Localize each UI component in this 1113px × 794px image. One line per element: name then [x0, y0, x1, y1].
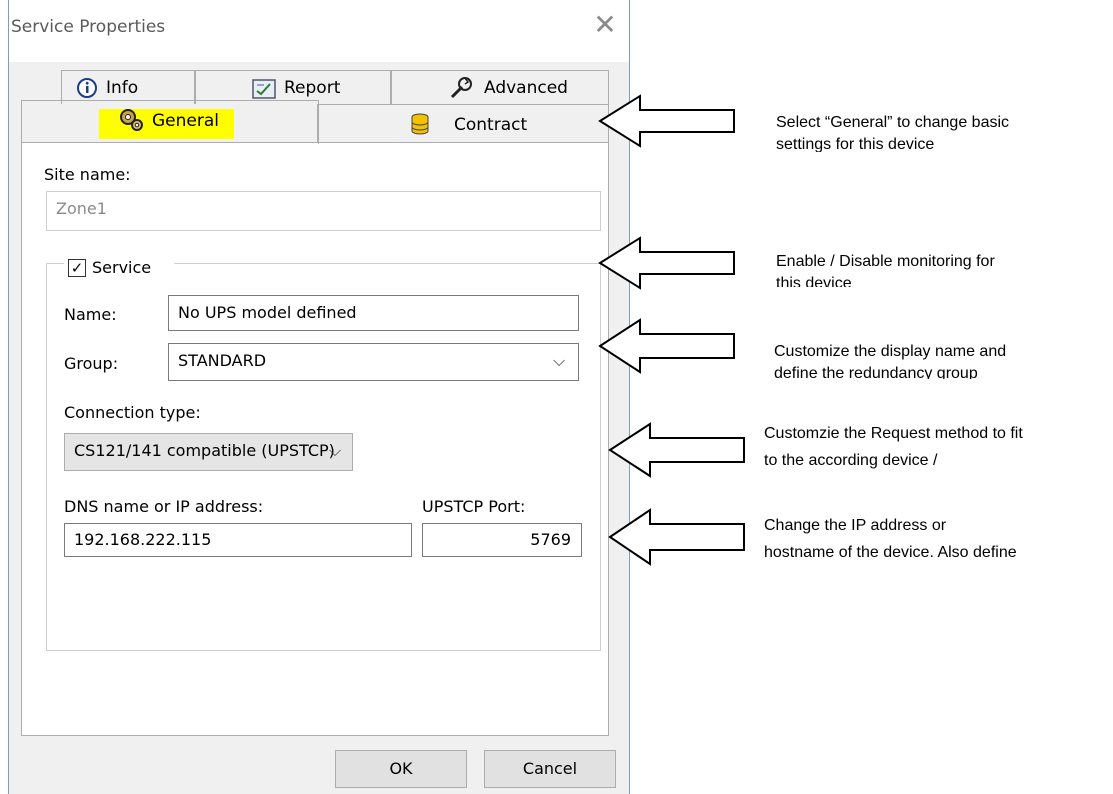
annotation-line: Enable / Disable monitoring for — [776, 253, 995, 270]
annotation-line: hostname of the device. Also define — [764, 544, 1017, 561]
tab-info-label: Info — [106, 78, 139, 98]
tab-report[interactable]: Report — [195, 70, 391, 104]
close-icon[interactable]: ✕ — [592, 11, 618, 39]
annotation-connection: Customzie the Request method to fit to t… — [764, 420, 1112, 474]
service-checkbox-label: Service — [92, 258, 152, 277]
dns-value: 192.168.222.115 — [74, 530, 212, 549]
port-value: 5769 — [530, 530, 571, 549]
ok-button[interactable]: OK — [335, 750, 467, 788]
annotation-line: Customzie the Request method to fit — [764, 425, 1023, 442]
tab-advanced[interactable]: Advanced — [391, 70, 609, 104]
tab-general[interactable]: General — [21, 100, 319, 144]
arrow-left-icon — [598, 236, 735, 290]
chevron-down-icon: ⌵ — [329, 441, 342, 460]
info-icon — [77, 78, 97, 98]
chevron-down-icon: ⌵ — [553, 351, 566, 370]
arrow-left-icon — [598, 318, 735, 374]
annotation-line: this device — [776, 275, 852, 287]
annotation-line: settings for this device — [776, 136, 935, 152]
connection-type-label: Connection type: — [64, 403, 201, 422]
annotation-service: Enable / Disable monitoring for this dev… — [776, 251, 1106, 287]
group-value: STANDARD — [178, 351, 267, 370]
annotation-line: Change the IP address or — [764, 517, 947, 534]
window-title: Service Properties — [11, 17, 166, 37]
annotation-general: Select “General” to change basic setting… — [776, 112, 1106, 152]
site-name-value: Zone1 — [56, 199, 107, 218]
annotation-line: Select “General” to change basic — [776, 114, 1010, 131]
site-name-input[interactable]: Zone1 — [46, 191, 601, 231]
connection-type-dropdown[interactable]: CS121/141 compatible (UPSTCP) ⌵ — [64, 433, 353, 471]
annotation-line: to the according device / — [764, 452, 938, 469]
arrow-left-icon — [608, 422, 745, 478]
group-dropdown[interactable]: STANDARD ⌵ — [168, 343, 579, 381]
tab-general-label: General — [152, 111, 219, 131]
service-properties-dialog: Service Properties ✕ Info Report Advance… — [8, 0, 630, 794]
service-checkbox[interactable]: ✓ — [68, 259, 86, 277]
name-label: Name: — [64, 305, 117, 324]
connection-type-value: CS121/141 compatible (UPSTCP) — [74, 441, 335, 460]
arrow-left-icon — [598, 94, 735, 148]
name-input[interactable]: No UPS model defined — [168, 295, 579, 331]
annotation-dns: Change the IP address or hostname of the… — [764, 512, 1112, 568]
title-bar: Service Properties ✕ — [9, 0, 629, 62]
annotation-name-group: Customize the display name and define th… — [774, 341, 1104, 379]
port-input[interactable]: 5769 — [422, 523, 582, 557]
annotation-line: Customize the display name and — [774, 343, 1007, 360]
report-icon — [252, 79, 276, 99]
tab-info[interactable]: Info — [61, 70, 195, 104]
port-label: UPSTCP Port: — [422, 497, 526, 516]
dns-input[interactable]: 192.168.222.115 — [64, 523, 412, 557]
site-name-label: Site name: — [44, 165, 131, 184]
group-label: Group: — [64, 354, 119, 373]
tab-contract[interactable]: Contract — [317, 104, 609, 142]
name-value: No UPS model defined — [178, 303, 357, 322]
tab-advanced-label: Advanced — [484, 78, 568, 98]
arrow-left-icon — [608, 508, 745, 566]
tab-report-label: Report — [284, 78, 341, 98]
general-panel: Site name: Zone1 ✓ Service Name: No UPS … — [21, 142, 609, 736]
annotation-line: define the redundancy group — [774, 365, 978, 379]
dns-label: DNS name or IP address: — [64, 497, 264, 516]
service-legend: ✓ Service — [64, 255, 174, 281]
cancel-button[interactable]: Cancel — [484, 750, 616, 788]
wrench-icon — [450, 77, 472, 99]
gears-icon — [120, 109, 143, 131]
database-icon — [411, 113, 429, 135]
tab-contract-label: Contract — [454, 115, 528, 135]
